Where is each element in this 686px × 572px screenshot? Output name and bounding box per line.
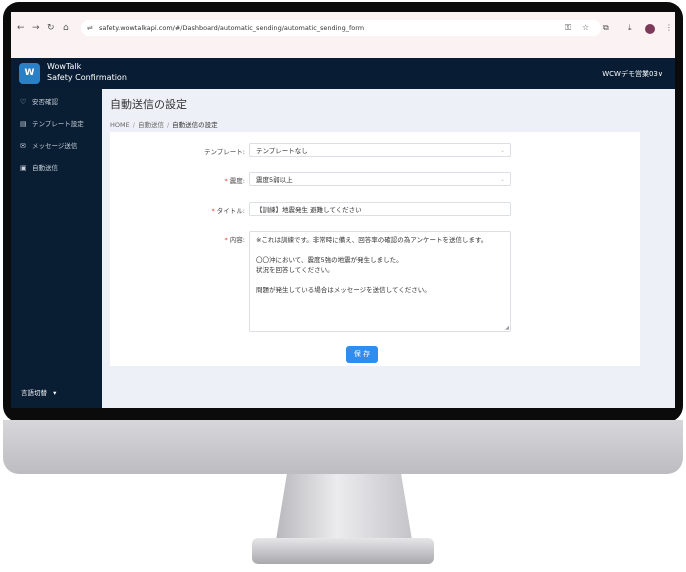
form-card: テンプレート: テンプレートなし ⌄ * 震度: 震度5弱以上 ⌄ * タイトル: …	[110, 132, 640, 366]
content-line	[256, 275, 504, 285]
url-text: safety.wowtalkapi.com/#/Dashboard/automa…	[99, 24, 365, 32]
bookmark-star-icon[interactable]: ☆	[582, 23, 589, 32]
sidebar-item-label: 安否確認	[32, 98, 58, 106]
intensity-label: * 震度:	[224, 177, 245, 185]
title-value: 【訓練】地震発生 避難してください	[256, 206, 362, 214]
caret-down-icon: ▾	[53, 389, 57, 397]
wowtalk-logo: W	[19, 63, 40, 84]
content-textarea[interactable]: ※これは訓練です。非常時に備え、回答率の確認の為アンケートを送信します。 〇〇沖…	[249, 231, 511, 332]
profile-avatar[interactable]	[645, 24, 655, 34]
sidebar: ♡ 安否確認 ▤ テンプレート設定 ✉ メッセージ送信 ▣ 自動送信 言語切替 …	[11, 89, 102, 408]
sidebar-item-template[interactable]: ▤ テンプレート設定	[11, 115, 102, 133]
breadcrumb-separator: /	[132, 121, 135, 129]
monitor-chin	[3, 420, 683, 474]
sidebar-item-message[interactable]: ✉ メッセージ送信	[11, 137, 102, 155]
template-select[interactable]: テンプレートなし ⌄	[249, 143, 511, 157]
sidebar-item-label: メッセージ送信	[32, 142, 78, 150]
back-icon[interactable]: ←	[17, 23, 25, 33]
intensity-value: 震度5弱以上	[256, 176, 293, 184]
forward-icon[interactable]: →	[32, 23, 40, 33]
auto-send-icon: ▣	[20, 164, 27, 172]
breadcrumb-auto-send[interactable]: 自動送信	[138, 121, 164, 129]
reload-icon[interactable]: ↻	[47, 23, 55, 33]
heart-icon: ♡	[20, 98, 27, 106]
content-line: 問題が発生している場合はメッセージを送信してください。	[256, 286, 431, 294]
template-icon: ▤	[20, 120, 27, 128]
language-switch[interactable]: 言語切替 ▾	[21, 387, 56, 397]
resize-handle-icon[interactable]: ◢	[505, 325, 509, 331]
chevron-down-icon: ⌄	[499, 147, 505, 154]
extensions-icon[interactable]: ⧉	[603, 23, 609, 33]
sidebar-item-safety[interactable]: ♡ 安否確認	[11, 93, 102, 111]
intensity-select[interactable]: 震度5弱以上 ⌄	[249, 172, 511, 186]
download-icon[interactable]: ⤓	[628, 23, 632, 33]
home-icon[interactable]: ⌂	[63, 23, 69, 33]
address-bar[interactable]: ⇌ safety.wowtalkapi.com/#/Dashboard/auto…	[81, 20, 601, 36]
breadcrumb: HOME / 自動送信 / 自動送信の設定	[110, 119, 218, 129]
breadcrumb-current: 自動送信の設定	[172, 121, 218, 129]
content-label: * 内容:	[224, 236, 245, 244]
site-settings-icon[interactable]: ⇌	[87, 20, 93, 36]
page-title: 自動送信の設定	[110, 98, 187, 111]
brand-name: WowTalk	[47, 62, 82, 71]
content-line: ※これは訓練です。非常時に備え、回答率の確認の為アンケートを送信します。	[256, 236, 488, 244]
title-label: * タイトル:	[211, 207, 245, 215]
monitor-foot	[252, 538, 434, 564]
breadcrumb-separator: /	[166, 121, 170, 129]
content-line: 状況を回答してください。	[256, 266, 334, 274]
sidebar-item-label: 自動送信	[32, 164, 58, 172]
sidebar-item-label: テンプレート設定	[32, 120, 84, 128]
sidebar-item-auto-send[interactable]: ▣ 自動送信	[11, 159, 102, 177]
monitor-stand	[276, 474, 412, 540]
user-menu[interactable]: WCWデモ営業03∨	[602, 69, 663, 79]
browser-toolbar: ← → ↻ ⌂ ⇌ safety.wowtalkapi.com/#/Dashbo…	[11, 12, 675, 58]
save-button[interactable]: 保 存	[346, 346, 378, 363]
breadcrumb-home[interactable]: HOME	[110, 121, 130, 129]
app-header: W WowTalk Safety Confirmation WCWデモ営業03∨	[11, 58, 675, 89]
mail-icon: ✉	[20, 142, 26, 150]
menu-dots-icon[interactable]: ⋮	[665, 23, 673, 32]
content-line: 〇〇沖において、震度5強の地震が発生しました。	[256, 256, 403, 264]
template-value: テンプレートなし	[256, 147, 308, 155]
language-label: 言語切替	[21, 389, 47, 397]
main-content: 自動送信の設定 HOME / 自動送信 / 自動送信の設定 テンプレート: テンプレート…	[102, 89, 675, 408]
content-line	[256, 245, 504, 255]
brand-subtitle: Safety Confirmation	[47, 73, 127, 82]
template-label: テンプレート:	[204, 148, 245, 156]
key-icon[interactable]: ⚿	[565, 23, 571, 33]
title-input[interactable]: 【訓練】地震発生 避難してください	[249, 202, 511, 216]
screen: ← → ↻ ⌂ ⇌ safety.wowtalkapi.com/#/Dashbo…	[11, 12, 675, 408]
chevron-down-icon: ⌄	[499, 176, 505, 183]
